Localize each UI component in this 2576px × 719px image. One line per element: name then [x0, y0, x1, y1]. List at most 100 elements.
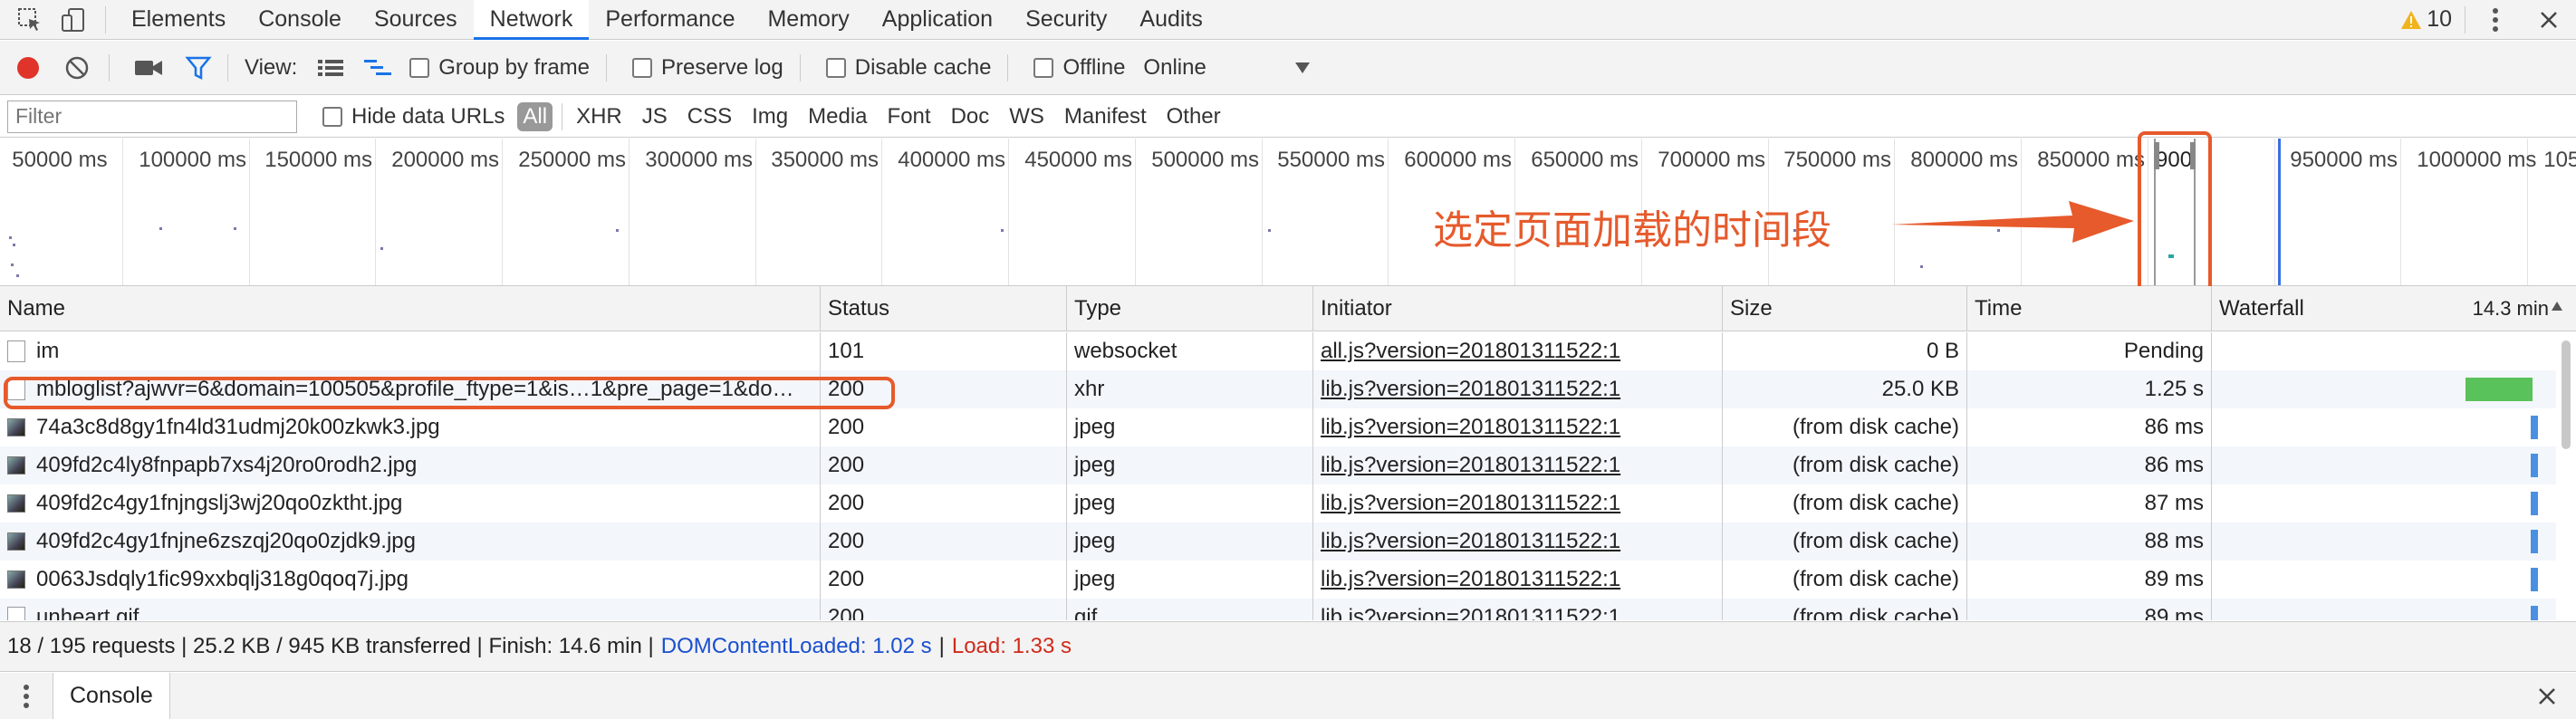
initiator-link[interactable]: all.js?version=201801311522:1 — [1321, 339, 1620, 364]
table-row[interactable]: im 101 websocket all.js?version=20180131152… — [0, 332, 2556, 370]
filter-type-other[interactable]: Other — [1157, 104, 1231, 129]
table-row[interactable]: 74a3c8d8gy1fn4ld31udmj20k00zkwk3.jpg 200 j… — [0, 408, 2556, 446]
cell-waterfall — [2212, 561, 2556, 599]
offline-checkbox[interactable] — [1033, 57, 1054, 78]
cell-initiator: lib.js?version=201801311522:1 — [1313, 370, 1723, 408]
warning-icon[interactable] — [2399, 8, 2423, 32]
overview-gridline — [1135, 139, 1136, 285]
throttling-select[interactable]: Online — [1143, 55, 1206, 81]
overview-tick-label: 250000 ms — [518, 148, 626, 172]
tab-network[interactable]: Network — [473, 0, 590, 40]
request-mark — [1920, 265, 1923, 268]
column-header-size[interactable]: Size — [1723, 286, 1967, 331]
cell-size: (from disk cache) — [1723, 599, 1967, 620]
cell-size: 0 B — [1723, 332, 1967, 370]
sort-ascending-icon[interactable] — [2551, 301, 2563, 312]
overview-tick-label: 800000 ms — [1910, 148, 2018, 172]
image-icon — [7, 494, 25, 513]
filter-type-doc[interactable]: Doc — [941, 104, 1000, 129]
dropdown-arrow-icon[interactable] — [1292, 57, 1313, 79]
preserve-log-label: Preserve log — [661, 54, 783, 80]
initiator-link[interactable]: lib.js?version=201801311522:1 — [1321, 415, 1620, 440]
column-header-name[interactable]: Name — [0, 286, 821, 331]
filter-type-all[interactable]: All — [517, 101, 553, 131]
table-row[interactable]: 409fd2c4ly8fnpapb7xs4j20ro0rodh2.jpg 200 j… — [0, 446, 2556, 484]
tab-sources[interactable]: Sources — [358, 0, 474, 40]
filter-type-img[interactable]: Img — [742, 104, 798, 129]
clear-icon[interactable] — [63, 54, 91, 81]
filter-type-ws[interactable]: WS — [999, 104, 1054, 129]
disable-cache-checkbox[interactable] — [825, 57, 846, 78]
drawer-menu-icon[interactable] — [13, 678, 40, 714]
capture-screenshots-icon[interactable] — [133, 54, 164, 81]
table-row[interactable]: unheart.gif 200 gif lib.js?version=20180131… — [0, 599, 2556, 620]
tab-console[interactable]: Console — [242, 0, 358, 40]
warnings-count[interactable]: 10 — [2427, 6, 2452, 33]
overview-tick-label: 850000 ms — [2037, 148, 2145, 172]
device-toolbar-icon[interactable] — [58, 5, 89, 35]
initiator-link[interactable]: lib.js?version=201801311522:1 — [1321, 529, 1620, 554]
cell-name: 409fd2c4gy1fnjne6zszqj20qo0zjdk9.jpg — [0, 522, 821, 561]
show-overview-icon[interactable] — [362, 54, 393, 81]
overview-gridline — [375, 139, 376, 285]
preserve-log-checkbox[interactable] — [632, 57, 652, 78]
filter-type-xhr[interactable]: XHR — [566, 104, 632, 129]
cell-time: 87 ms — [1967, 484, 2212, 522]
large-request-rows-icon[interactable] — [315, 54, 346, 81]
initiator-link[interactable]: lib.js?version=201801311522:1 — [1321, 567, 1620, 592]
tab-performance[interactable]: Performance — [589, 0, 751, 40]
group-by-frame-checkbox[interactable] — [409, 57, 430, 78]
initiator-link[interactable]: lib.js?version=201801311522:1 — [1321, 453, 1620, 478]
tab-security[interactable]: Security — [1009, 0, 1123, 40]
filter-type-manifest[interactable]: Manifest — [1054, 104, 1157, 129]
table-row[interactable]: 409fd2c4gy1fnjne6zszqj20qo0zjdk9.jpg 200 j… — [0, 522, 2556, 561]
tab-audits[interactable]: Audits — [1123, 0, 1218, 40]
image-icon — [7, 570, 25, 589]
filter-icon[interactable] — [184, 53, 213, 82]
overview-gridline — [755, 139, 756, 285]
filter-type-js[interactable]: JS — [632, 104, 678, 129]
inspect-element-icon[interactable] — [14, 5, 45, 35]
cell-time: 86 ms — [1967, 408, 2212, 446]
table-row[interactable]: 0063Jsdqly1fic99xxbqlj318g0qoq7j.jpg 200 j… — [0, 561, 2556, 599]
cell-waterfall — [2212, 370, 2556, 408]
column-header-waterfall[interactable]: Waterfall 14.3 min — [2212, 286, 2556, 331]
filter-type-media[interactable]: Media — [798, 104, 877, 129]
divider — [227, 53, 228, 81]
initiator-link[interactable]: lib.js?version=201801311522:1 — [1321, 491, 1620, 516]
overview-tick-label: 100000 ms — [139, 148, 246, 172]
cell-name: im — [0, 332, 821, 370]
file-icon — [7, 607, 25, 620]
filter-input[interactable] — [7, 100, 297, 133]
hide-data-urls-checkbox[interactable] — [322, 106, 342, 127]
cell-status: 200 — [821, 522, 1067, 561]
table-row[interactable]: 409fd2c4gy1fnjngslj3wj20qo0zktht.jpg 200 j… — [0, 484, 2556, 522]
devtools-tab-bar: Elements Console Sources Network Performance… — [0, 0, 2576, 40]
close-devtools-icon[interactable] — [2533, 2, 2565, 38]
overview-tick-label: 550000 ms — [1277, 148, 1385, 172]
drawer-tab-console[interactable]: Console — [53, 673, 170, 719]
column-header-initiator[interactable]: Initiator — [1313, 286, 1723, 331]
panel-tabs: Elements Console Sources Network Performance… — [115, 0, 1219, 40]
request-mark — [159, 227, 162, 230]
record-button[interactable] — [14, 54, 42, 81]
filter-type-font[interactable]: Font — [878, 104, 941, 129]
tab-elements[interactable]: Elements — [115, 0, 242, 40]
cell-waterfall — [2212, 599, 2556, 620]
more-options-icon[interactable] — [2482, 2, 2509, 38]
waterfall-bar — [2531, 454, 2538, 477]
initiator-link[interactable]: lib.js?version=201801311522:1 — [1321, 605, 1620, 620]
cell-time: 1.25 s — [1967, 370, 2212, 408]
overview-tick-label: 350000 ms — [771, 148, 879, 172]
column-header-type[interactable]: Type — [1067, 286, 1313, 331]
overview-gridline — [122, 139, 123, 285]
initiator-link[interactable]: lib.js?version=201801311522:1 — [1321, 377, 1620, 402]
column-header-time[interactable]: Time — [1967, 286, 2212, 331]
tab-memory[interactable]: Memory — [751, 0, 865, 40]
filter-type-css[interactable]: CSS — [678, 104, 742, 129]
tab-application[interactable]: Application — [866, 0, 1009, 40]
column-header-status[interactable]: Status — [821, 286, 1067, 331]
close-drawer-icon[interactable] — [2531, 678, 2563, 714]
cell-size: (from disk cache) — [1723, 408, 1967, 446]
table-scrollbar[interactable] — [2562, 340, 2571, 449]
